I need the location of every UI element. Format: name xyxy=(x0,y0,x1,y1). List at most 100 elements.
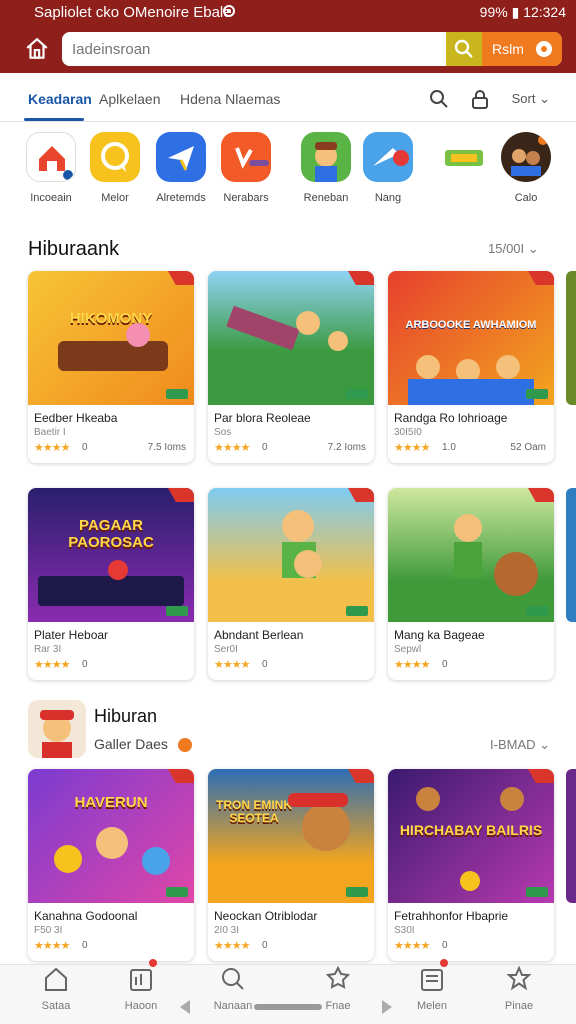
game-subtitle: Rar 3I xyxy=(34,644,62,655)
game-card[interactable]: PAGAAR PAOROSAC Plater Heboar Rar 3I ★★★… xyxy=(28,488,194,680)
game-name: Kanahna Godoonal xyxy=(34,909,138,923)
category-label: Nerabars xyxy=(223,192,269,204)
game-card[interactable]: HAVERUN Kanahna Godoonal F50 3I ★★★★ 0 xyxy=(28,769,194,961)
game-artwork xyxy=(388,488,554,622)
top-bar: Sapliolet cko OMenoire Ebale 99% ▮ 12:32… xyxy=(0,0,576,73)
section-title: Hiburan xyxy=(94,706,158,726)
rating-badge xyxy=(166,606,188,616)
next-card-peek[interactable] xyxy=(566,769,576,903)
category-item[interactable]: Reneban xyxy=(296,132,356,204)
game-subtitle: 2I0 3I xyxy=(214,925,240,936)
rating-badge xyxy=(346,887,368,897)
game-card[interactable]: Mang ka Bageae Sepwl ★★★★ 0 xyxy=(388,488,554,680)
character-app-icon xyxy=(301,132,351,182)
game-card[interactable]: Par blora Reoleae Sos ★★★★ 0 7.2 Ioms xyxy=(208,271,374,463)
nav-label: Melen xyxy=(417,1000,447,1012)
game-artwork: HIKOMONY xyxy=(28,271,194,405)
rating-value: 0 xyxy=(82,659,88,670)
category-item[interactable]: Nerabars xyxy=(216,132,276,204)
sort-dropdown[interactable]: Sort ⌄ xyxy=(512,91,550,107)
search-cta-button[interactable]: Rslm xyxy=(482,32,562,66)
status-app-name: Sapliolet cko OMenoire Ebale xyxy=(34,4,232,21)
game-card[interactable]: HIKOMONY Eedber Hkeaba Baetir I ★★★★ 0 7… xyxy=(28,271,194,463)
category-label: Incoeain xyxy=(30,192,72,204)
search-icon[interactable] xyxy=(428,88,450,110)
category-item[interactable]: Incoeain xyxy=(21,132,81,204)
chevron-down-icon: ⌄ xyxy=(527,241,539,256)
chevron-down-icon: ⌄ xyxy=(539,737,551,752)
game-subtitle: Baetir I xyxy=(34,427,66,438)
search-button[interactable] xyxy=(446,32,482,66)
game-artwork: ARBOOOKE AWHAMIOM xyxy=(388,271,554,405)
next-card-peek[interactable] xyxy=(566,488,576,622)
game-artwork xyxy=(208,488,374,622)
tab-hdena[interactable]: Hdena Nlaemas xyxy=(180,91,280,107)
status-bar: Sapliolet cko OMenoire Ebale 99% ▮ 12:32… xyxy=(0,0,576,26)
game-artwork: HAVERUN xyxy=(28,769,194,903)
section-more-link[interactable]: I-BMAD ⌄ xyxy=(490,737,550,753)
category-item[interactable]: Melor xyxy=(85,132,145,204)
section-title: Hiburaank xyxy=(28,238,120,260)
section-more-link[interactable]: 15/00I ⌄ xyxy=(488,241,539,257)
download-size: 52 Oam xyxy=(510,442,546,453)
rating-badge xyxy=(346,389,368,399)
music-app-icon xyxy=(221,132,271,182)
search-bar: Rslm xyxy=(62,32,562,66)
game-name: Neockan Otriblodar xyxy=(214,909,318,923)
nav-item-haoon[interactable]: Haoon xyxy=(93,959,189,1013)
category-item[interactable]: Alretemds xyxy=(151,132,211,204)
game-name: Fetrahhonfor Hbaprie xyxy=(394,909,509,923)
gesture-bar[interactable] xyxy=(254,1004,322,1010)
nav-item-melen[interactable]: Melen xyxy=(384,959,480,1013)
tab-keadaran[interactable]: Keadaran xyxy=(28,91,92,107)
game-subtitle: Sepwl xyxy=(394,644,422,655)
game-subtitle: 30I5I0 xyxy=(394,427,422,438)
star-rating: ★★★★ xyxy=(214,940,250,952)
rating-badge xyxy=(166,389,188,399)
game-artwork: TRON EMINK SEOTEA xyxy=(208,769,374,903)
category-item[interactable]: Nang xyxy=(358,132,418,204)
forward-arrow-icon[interactable] xyxy=(382,1000,392,1014)
back-arrow-icon[interactable] xyxy=(180,1000,190,1014)
nav-label: Haoon xyxy=(124,1000,158,1012)
status-right-text: 99% ▮ 12:324 xyxy=(479,4,566,20)
game-card[interactable]: ARBOOOKE AWHAMIOM Randga Ro lohrioage 30… xyxy=(388,271,554,463)
lock-icon[interactable] xyxy=(469,88,491,110)
game-subtitle: Sos xyxy=(214,427,232,438)
search-input[interactable] xyxy=(62,32,446,66)
star-rating: ★★★★ xyxy=(34,659,70,671)
notification-icon xyxy=(223,5,235,17)
nav-item-pinae[interactable]: Pinae xyxy=(471,965,567,1013)
star-rating: ★★★★ xyxy=(394,659,430,671)
game-artwork: PAGAAR PAOROSAC xyxy=(28,488,194,622)
rating-badge xyxy=(526,389,548,399)
game-name: Abndant Berlean xyxy=(214,628,304,642)
game-name: Par blora Reoleae xyxy=(214,411,311,425)
section-subtitle: Galler Daes xyxy=(94,736,168,752)
nav-item-sataa[interactable]: Sataa xyxy=(8,965,104,1013)
star-icon xyxy=(506,965,532,991)
game-card[interactable]: HIRCHABAY BAILRIS Fetrahhonfor Hbaprie S… xyxy=(388,769,554,961)
category-item[interactable]: Calo xyxy=(496,132,556,204)
category-label: Melor xyxy=(101,192,129,204)
badge-icon xyxy=(177,738,192,753)
game-card[interactable]: Abndant Berlean Ser0I ★★★★ 0 xyxy=(208,488,374,680)
search-icon xyxy=(222,968,244,990)
cta-dot-icon xyxy=(536,41,552,57)
search-icon xyxy=(454,39,473,58)
rating-value: 0 xyxy=(262,940,268,951)
home-button[interactable] xyxy=(20,34,54,64)
star-rating: ★★★★ xyxy=(34,442,70,454)
tab-aplkelaen[interactable]: Aplkelaen xyxy=(99,91,161,107)
next-card-peek[interactable] xyxy=(566,271,576,405)
section-more-label: I-BMAD xyxy=(490,737,536,752)
message-app-icon xyxy=(363,132,413,182)
rating-value: 1.0 xyxy=(442,442,456,453)
game-card[interactable]: TRON EMINK SEOTEA Neockan Otriblodar 2I0… xyxy=(208,769,374,961)
category-label: Alretemds xyxy=(156,192,206,204)
download-size: 7.5 Ioms xyxy=(147,442,186,453)
nav-label: Sataa xyxy=(41,1000,71,1012)
star-rating: ★★★★ xyxy=(214,659,250,671)
rating-value: 0 xyxy=(442,940,448,951)
category-item[interactable] xyxy=(434,132,494,192)
